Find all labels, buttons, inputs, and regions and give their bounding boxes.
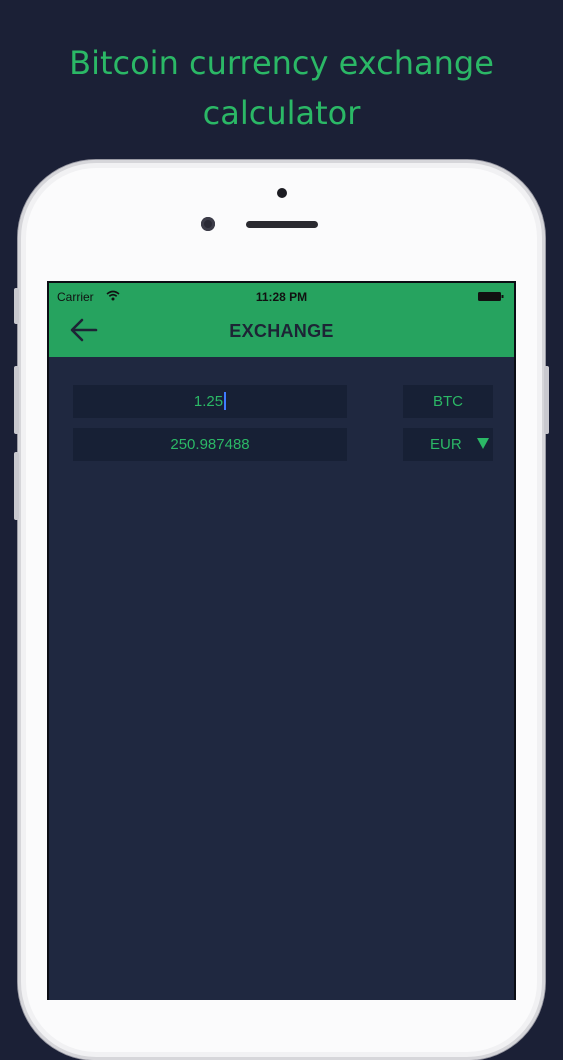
app-screen: Carrier 11:28 PM EXCHANGE 1.25 250.98748… <box>47 281 516 1000</box>
volume-down-button <box>14 452 19 520</box>
result-field: 250.987488 <box>73 428 347 461</box>
status-bar: Carrier 11:28 PM <box>49 289 514 307</box>
to-currency-label: EUR <box>430 436 462 453</box>
promo-title-line-1: Bitcoin currency exchange <box>69 44 494 82</box>
battery-icon <box>478 292 504 301</box>
promo-title-line-2: calculator <box>202 94 361 132</box>
text-cursor <box>224 392 227 411</box>
amount-input[interactable]: 1.25 <box>73 385 347 418</box>
amount-input-value: 1.25 <box>193 393 224 410</box>
page-title: EXCHANGE <box>229 321 334 341</box>
sensor-dot <box>277 188 287 198</box>
power-button <box>544 366 549 434</box>
from-currency-button[interactable]: BTC <box>403 385 493 418</box>
promo-title: Bitcoin currency exchange calculator <box>0 38 563 138</box>
triangle-down-icon <box>477 438 489 449</box>
earpiece-speaker <box>246 221 318 228</box>
to-currency-select[interactable]: EUR <box>403 428 493 461</box>
nav-header: Carrier 11:28 PM EXCHANGE <box>49 283 514 357</box>
status-time: 11:28 PM <box>255 290 308 304</box>
front-camera <box>201 217 215 231</box>
mute-switch <box>14 288 19 324</box>
volume-up-button <box>14 366 19 434</box>
